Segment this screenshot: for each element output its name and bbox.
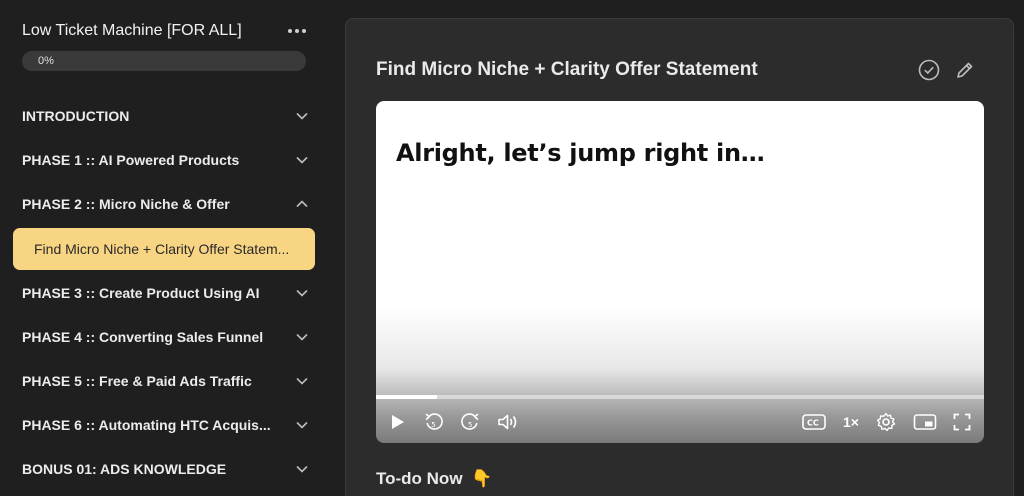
lesson-title: Find Micro Niche + Clarity Offer Stateme… (376, 59, 758, 80)
chevron-down-icon (292, 150, 312, 170)
play-icon[interactable] (388, 409, 408, 435)
course-progress-bar: 0% (22, 51, 306, 71)
active-lesson-item[interactable]: Find Micro Niche + Clarity Offer Statem.… (13, 228, 315, 270)
section-label: PHASE 1 :: AI Powered Products (22, 152, 240, 168)
section-label: PHASE 4 :: Converting Sales Funnel (22, 329, 264, 345)
section-label: INTRODUCTION (22, 108, 130, 124)
section-introduction[interactable]: INTRODUCTION (22, 101, 312, 131)
todo-heading: To-do Now 👇 (376, 469, 492, 489)
chevron-up-icon (292, 194, 312, 214)
section-phase-4[interactable]: PHASE 4 :: Converting Sales Funnel (22, 322, 312, 352)
svg-text:5: 5 (431, 421, 435, 429)
course-sidebar: Low Ticket Machine [FOR ALL] 0% INTRODUC… (0, 0, 330, 496)
todo-label: To-do Now (376, 469, 463, 488)
check-circle-icon[interactable] (916, 57, 942, 83)
section-phase-1[interactable]: PHASE 1 :: AI Powered Products (22, 145, 312, 175)
section-label: PHASE 2 :: Micro Niche & Offer (22, 196, 230, 212)
section-phase-3[interactable]: PHASE 3 :: Create Product Using AI (22, 278, 312, 308)
lesson-panel: Find Micro Niche + Clarity Offer Stateme… (345, 18, 1014, 496)
forward-5-icon[interactable]: 5 (458, 409, 482, 435)
section-phase-6[interactable]: PHASE 6 :: Automating HTC Acquis... (22, 410, 312, 440)
video-scrub-fill (376, 395, 437, 399)
chevron-down-icon (292, 371, 312, 391)
chevron-down-icon (292, 415, 312, 435)
svg-text:CC: CC (807, 419, 819, 428)
pencil-icon[interactable] (952, 57, 978, 83)
chevron-down-icon (292, 283, 312, 303)
section-label: BONUS 01: ADS KNOWLEDGE (22, 461, 227, 477)
video-controls: 5 5 CC 1× (376, 407, 984, 437)
captions-icon[interactable]: CC (800, 409, 828, 435)
section-label: PHASE 3 :: Create Product Using AI (22, 285, 260, 301)
rewind-5-icon[interactable]: 5 (422, 409, 446, 435)
settings-icon[interactable] (874, 409, 898, 435)
playback-speed-button[interactable]: 1× (838, 409, 864, 435)
more-options-button[interactable] (286, 20, 308, 42)
section-bonus-01[interactable]: BONUS 01: ADS KNOWLEDGE (22, 454, 312, 484)
pointing-down-icon: 👇 (471, 469, 493, 488)
chevron-down-icon (292, 327, 312, 347)
volume-icon[interactable] (496, 409, 520, 435)
course-title: Low Ticket Machine [FOR ALL] (22, 22, 242, 39)
chevron-down-icon (292, 106, 312, 126)
section-label: PHASE 6 :: Automating HTC Acquis... (22, 417, 271, 433)
section-label: PHASE 5 :: Free & Paid Ads Traffic (22, 373, 252, 389)
progress-label: 0% (38, 55, 54, 67)
fullscreen-icon[interactable] (950, 409, 974, 435)
video-player[interactable]: Alright, let’s jump right in… 5 5 CC 1× (376, 101, 984, 443)
chevron-down-icon (292, 459, 312, 479)
pip-icon[interactable] (912, 409, 938, 435)
lesson-label: Find Micro Niche + Clarity Offer Statem.… (34, 241, 290, 257)
video-scrub-bar[interactable] (376, 395, 984, 399)
section-phase-5[interactable]: PHASE 5 :: Free & Paid Ads Traffic (22, 366, 312, 396)
video-heading: Alright, let’s jump right in… (396, 139, 765, 167)
more-icon (288, 29, 292, 33)
section-phase-2[interactable]: PHASE 2 :: Micro Niche & Offer (22, 189, 312, 219)
svg-text:5: 5 (468, 421, 472, 429)
